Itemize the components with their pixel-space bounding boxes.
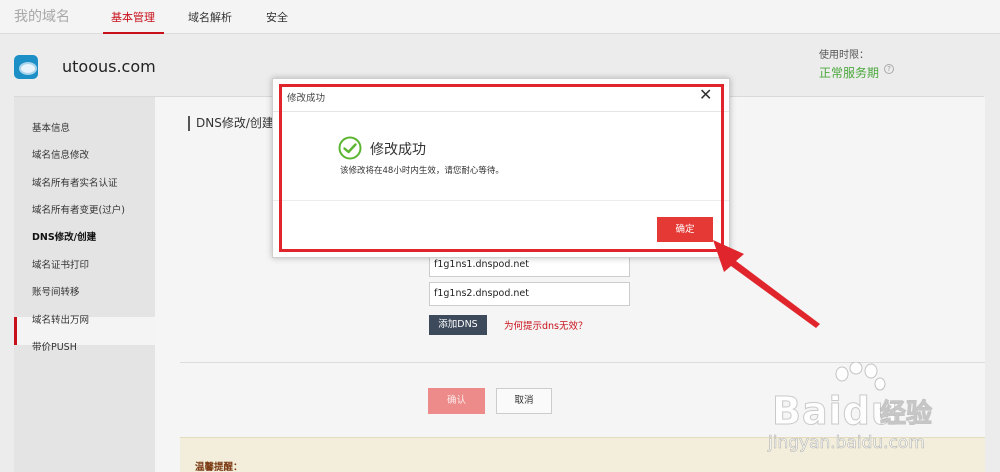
sidebar-item-priced-push[interactable]: 带价PUSH — [32, 339, 77, 353]
success-message-desc: 该修改将在48小时内生效，请您耐心等待。 — [340, 166, 504, 176]
dns-server-2-input[interactable]: f1g1ns2.dnspod.net — [429, 282, 630, 306]
watermark-url: jingyan.baidu.com — [768, 433, 925, 454]
dialog-title: 修改成功 — [287, 93, 326, 104]
success-dialog: 修改成功 ✕ 修改成功 该修改将在48小时内生效，请您耐心等待。 确定 — [272, 78, 730, 258]
sidebar-item-account-transfer[interactable]: 账号间转移 — [32, 284, 80, 298]
watermark-cn: 经验 — [879, 399, 933, 430]
success-check-icon — [338, 136, 362, 160]
domain-logo-icon — [14, 55, 38, 79]
dns-invalid-help-link[interactable]: 为何提示dns无效？ — [504, 318, 588, 332]
tab-dns-resolution[interactable]: 域名解析 — [188, 9, 232, 25]
my-domains-link[interactable]: 我的域名 — [14, 6, 70, 26]
domain-name: utoous.com — [62, 57, 156, 76]
success-message-title: 修改成功 — [370, 142, 426, 158]
close-icon[interactable]: ✕ — [699, 86, 712, 104]
sidebar: 基本信息 域名信息修改 域名所有者实名认证 域名所有者变更(过户) DNS修改/… — [14, 97, 155, 472]
section-title: DNS修改/创建 — [188, 116, 274, 131]
top-nav: 我的域名 基本管理 域名解析 安全 — [0, 0, 1000, 34]
tab-basic-management[interactable]: 基本管理 — [111, 9, 155, 25]
sidebar-item-transfer-out[interactable]: 域名转出万网 — [32, 312, 89, 326]
tips-title: 温馨提醒： — [195, 462, 243, 472]
confirm-button[interactable]: 确认 — [428, 388, 485, 414]
service-period-status: 正常服务期 — [819, 66, 880, 80]
add-dns-button[interactable]: 添加DNS — [429, 315, 487, 335]
sidebar-item-domain-info-edit[interactable]: 域名信息修改 — [32, 147, 89, 161]
dialog-ok-button[interactable]: 确定 — [657, 217, 713, 242]
help-icon[interactable]: ? — [884, 64, 894, 74]
sidebar-item-dns-edit[interactable]: DNS修改/创建 — [32, 229, 96, 243]
cancel-button[interactable]: 取消 — [496, 388, 552, 414]
service-period-label: 使用时限： — [819, 50, 869, 61]
sidebar-item-owner-verification[interactable]: 域名所有者实名认证 — [32, 175, 118, 189]
tab-security[interactable]: 安全 — [266, 9, 288, 25]
sidebar-item-owner-transfer[interactable]: 域名所有者变更(过户) — [32, 202, 125, 216]
active-tab-indicator — [103, 32, 164, 34]
dialog-header: 修改成功 ✕ — [273, 79, 729, 112]
dialog-footer-divider — [273, 200, 729, 201]
sidebar-item-basic-info[interactable]: 基本信息 — [32, 120, 70, 134]
sidebar-item-certificate-print[interactable]: 域名证书打印 — [32, 257, 89, 271]
